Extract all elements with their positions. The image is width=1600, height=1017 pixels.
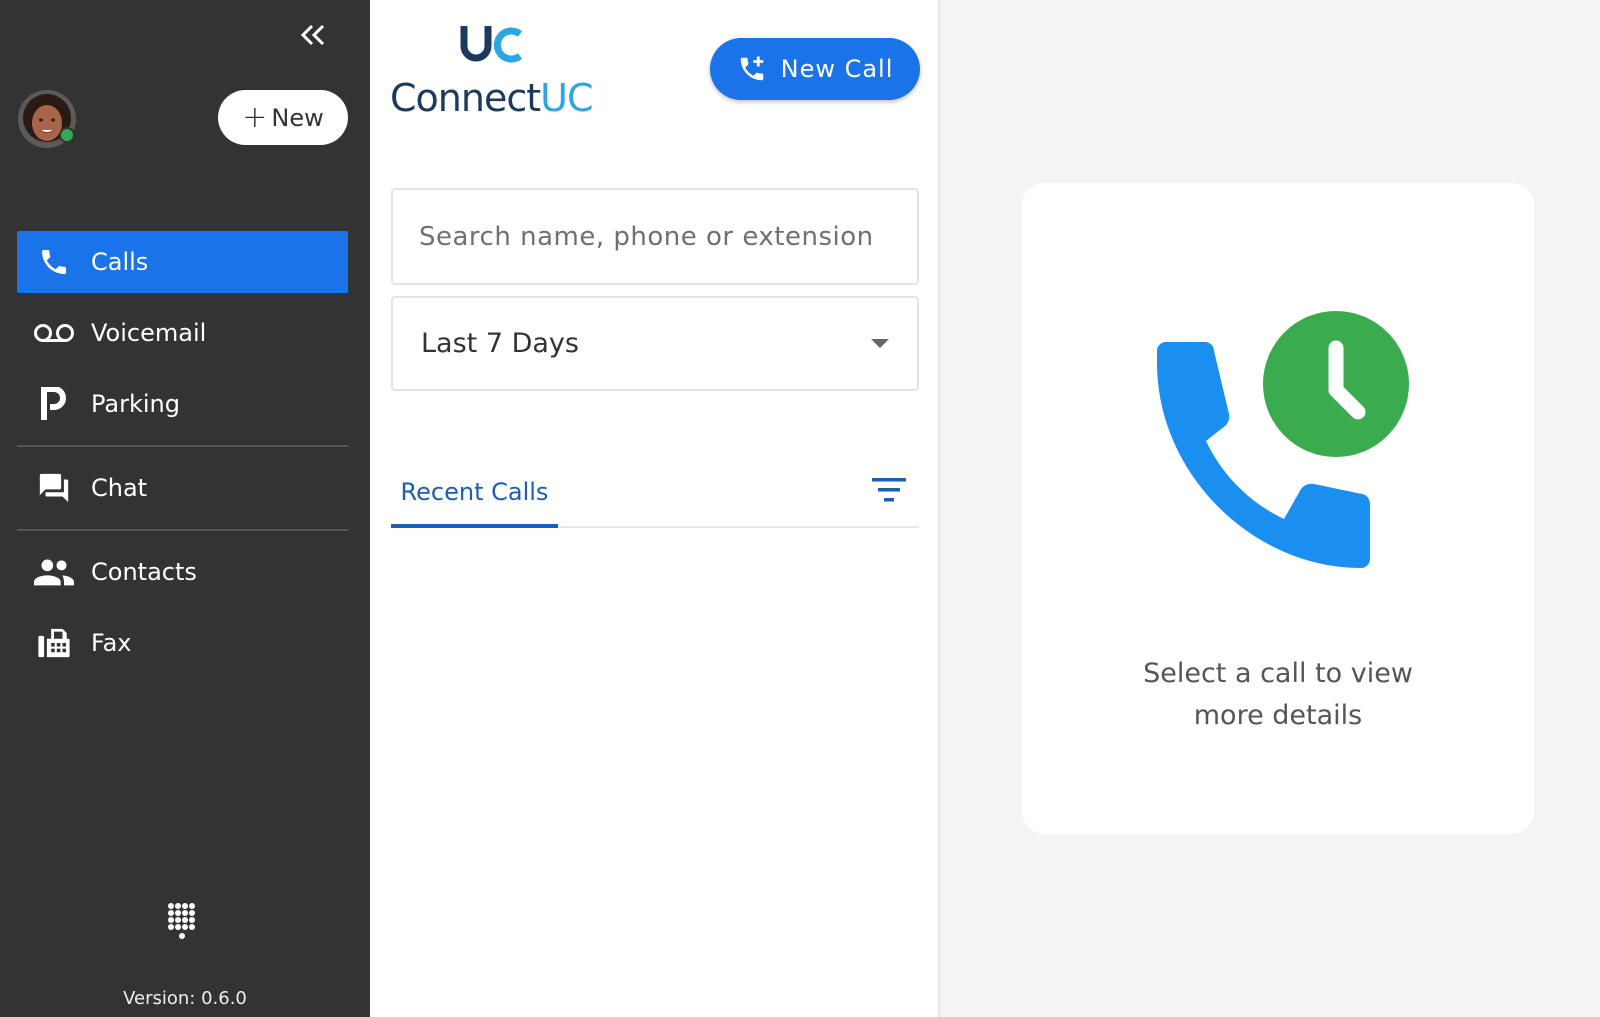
sidebar-item-calls[interactable]: Calls <box>17 231 348 293</box>
new-button[interactable]: + New <box>218 90 348 145</box>
connectuc-logo: ConnectUC <box>390 20 600 120</box>
dialpad-button[interactable] <box>165 902 199 942</box>
sidebar-item-voicemail[interactable]: Voicemail <box>17 302 348 364</box>
sidebar-item-contacts[interactable]: Contacts <box>17 541 348 603</box>
filter-button[interactable] <box>871 472 907 508</box>
sidebar-item-label: Voicemail <box>91 319 207 347</box>
nav-divider <box>17 529 348 531</box>
sidebar-item-chat[interactable]: Chat <box>17 457 348 519</box>
search-input[interactable] <box>391 188 919 285</box>
chat-icon <box>17 457 91 519</box>
sidebar: + New Calls Voicemail Parking Chat Conta… <box>0 0 370 1017</box>
caret-down-icon <box>871 339 889 348</box>
collapse-sidebar-button[interactable] <box>296 18 330 52</box>
avatar[interactable] <box>18 90 76 148</box>
dialpad-icon <box>168 903 195 939</box>
phone-icon <box>17 231 91 293</box>
empty-state-message: Select a call to view more details <box>1022 653 1534 737</box>
calls-panel: ConnectUC New Call Last 7 Days Recent Ca… <box>370 0 940 1017</box>
sidebar-item-parking[interactable]: Parking <box>17 373 348 435</box>
new-call-button[interactable]: New Call <box>710 38 920 100</box>
new-call-label: New Call <box>780 55 894 83</box>
date-range-select[interactable]: Last 7 Days <box>391 296 919 391</box>
new-button-label: New <box>271 103 324 132</box>
add-call-icon <box>740 56 763 81</box>
calls-tabs: Recent Calls <box>391 460 919 528</box>
double-chevron-left-icon <box>300 24 325 46</box>
fax-icon <box>17 612 91 674</box>
call-list <box>391 530 919 1000</box>
sidebar-item-label: Parking <box>91 390 180 418</box>
contacts-icon <box>17 541 91 603</box>
tab-recent-calls[interactable]: Recent Calls <box>391 460 558 528</box>
empty-state-line1: Select a call to view <box>1143 658 1413 689</box>
tab-label: Recent Calls <box>400 478 549 506</box>
call-details-card: Select a call to view more details <box>1022 183 1534 834</box>
date-range-value: Last 7 Days <box>421 328 579 359</box>
logo-wordmark: ConnectUC <box>390 76 593 120</box>
logo-text-connect: Connect <box>390 76 541 120</box>
filter-icon <box>872 478 906 502</box>
sidebar-item-label: Fax <box>91 629 132 657</box>
logo-text-uc: UC <box>540 76 593 120</box>
nav-divider <box>17 445 348 447</box>
sidebar-item-fax[interactable]: Fax <box>17 612 348 674</box>
voicemail-icon <box>17 302 91 364</box>
call-history-illustration <box>1157 311 1409 568</box>
plus-icon: + <box>242 99 268 135</box>
sidebar-nav: Calls Voicemail Parking Chat Contacts Fa… <box>17 231 348 674</box>
online-status-badge <box>59 127 75 143</box>
parking-icon <box>17 373 91 435</box>
sidebar-item-label: Calls <box>91 248 149 276</box>
version-label: Version: 0.6.0 <box>123 988 247 1009</box>
sidebar-item-label: Chat <box>91 474 148 502</box>
sidebar-item-label: Contacts <box>91 558 197 586</box>
uc-logo-mark <box>460 26 523 63</box>
empty-state-line2: more details <box>1193 700 1363 731</box>
